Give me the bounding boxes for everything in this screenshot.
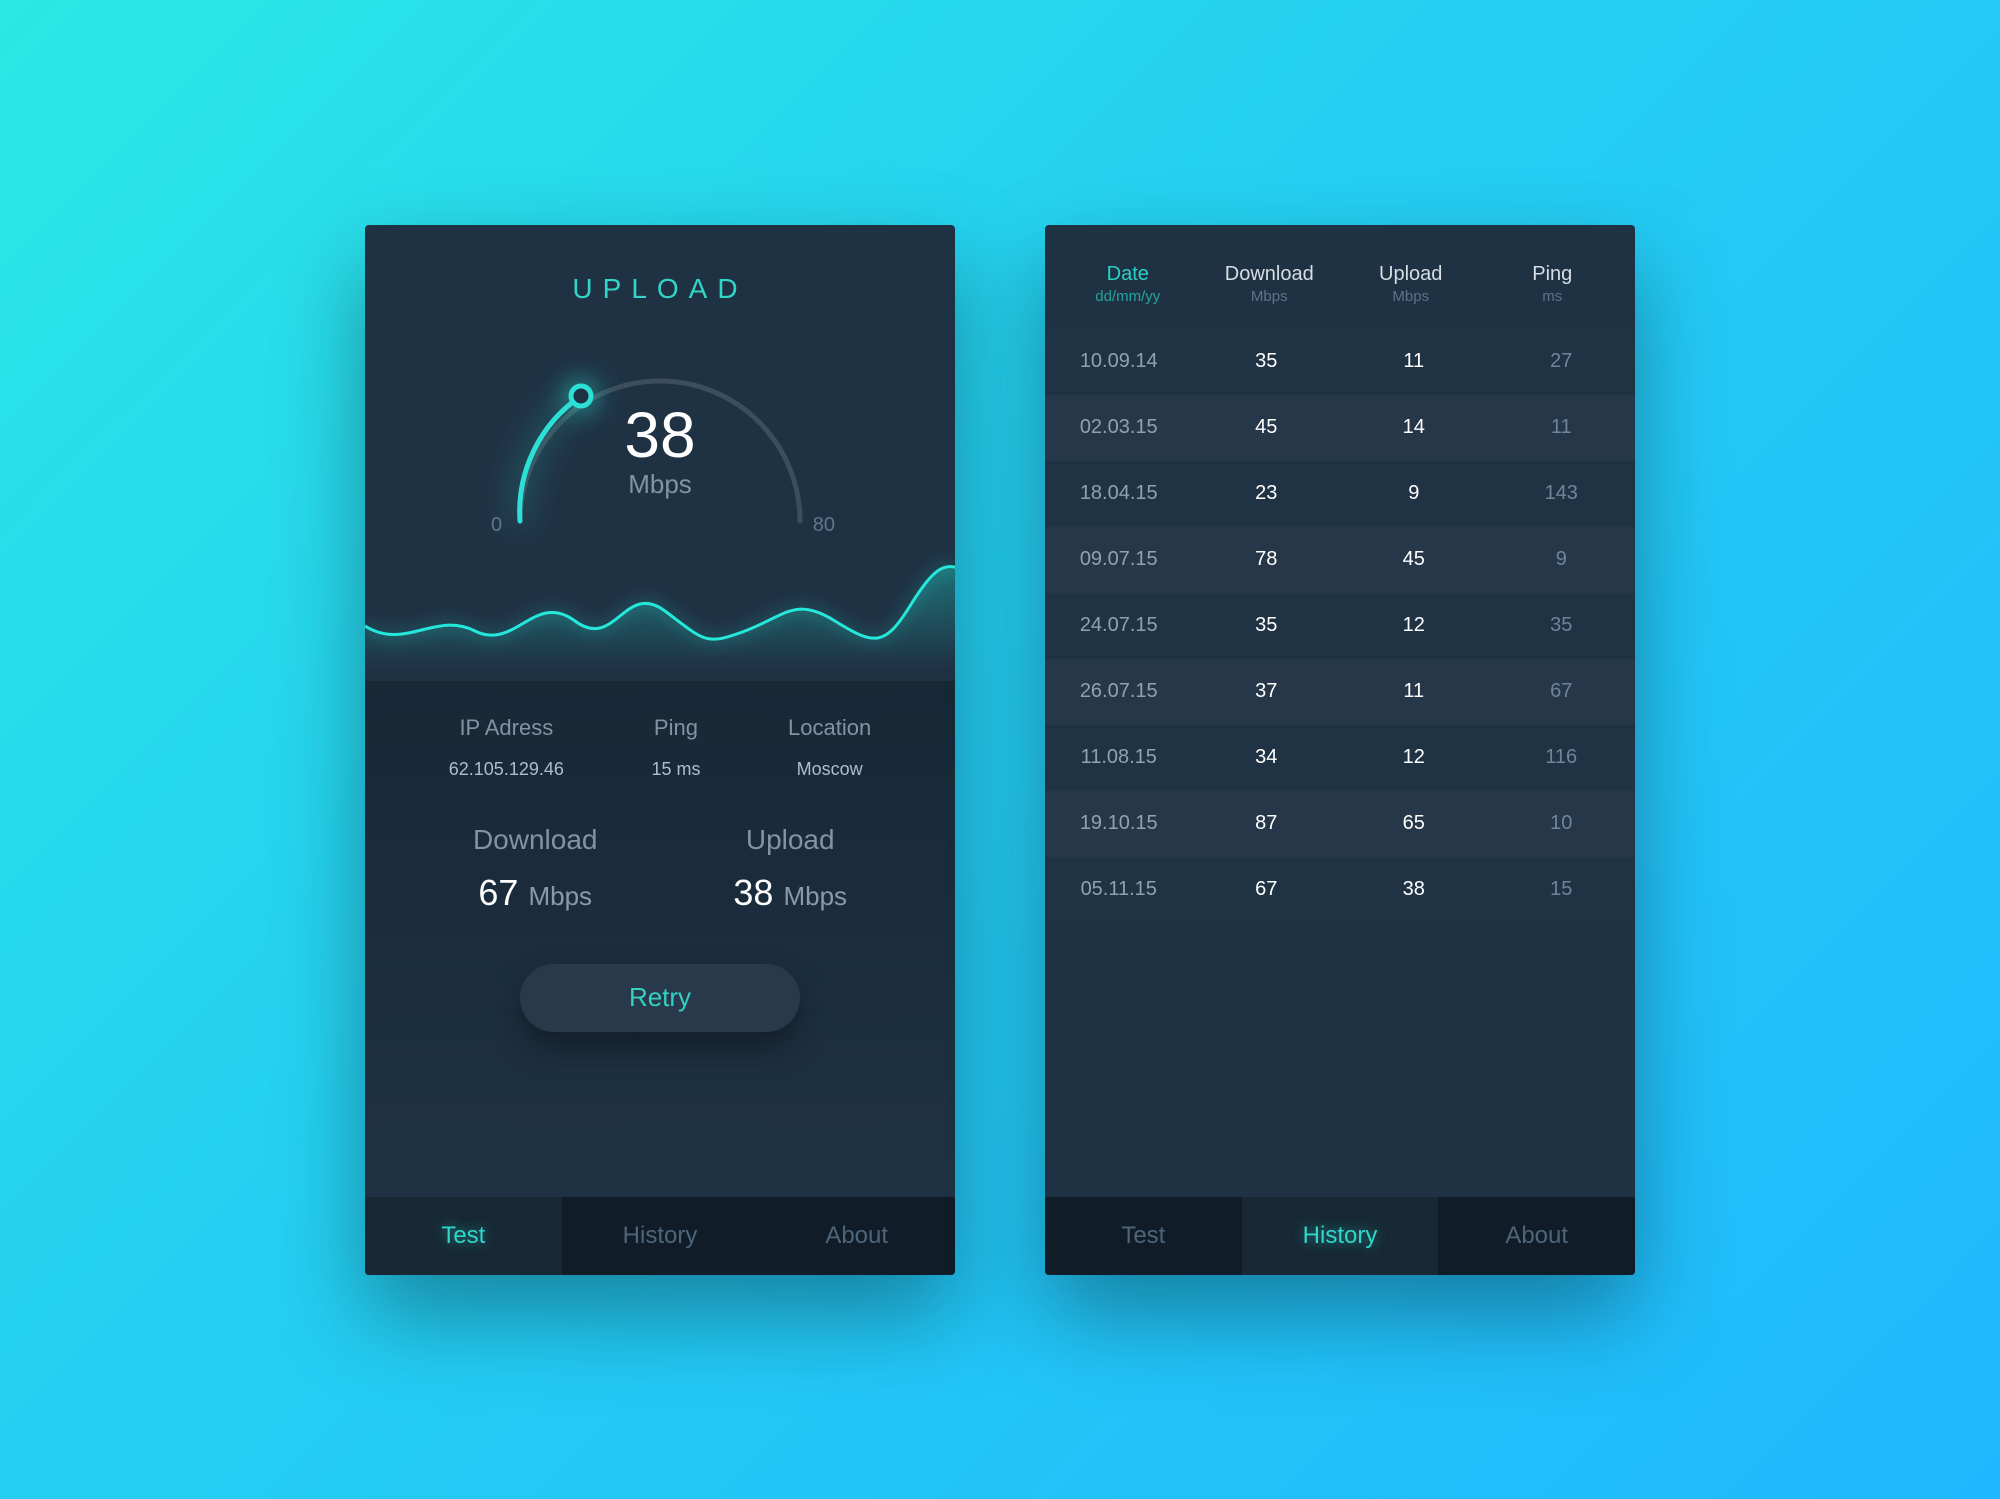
tab-history[interactable]: History xyxy=(562,1197,759,1275)
test-header: UPLOAD 38 Mbps 0 80 xyxy=(365,225,955,541)
cell-upload: 9 xyxy=(1340,482,1488,505)
cell-date: 19.10.15 xyxy=(1045,812,1193,835)
tab-history[interactable]: History xyxy=(1242,1197,1439,1275)
upload-value: 38 xyxy=(733,872,773,913)
col-ping[interactable]: Ping ms xyxy=(1482,263,1624,305)
ip-value: 62.105.129.46 xyxy=(449,759,564,780)
location: Location Moscow xyxy=(788,715,871,780)
tabbar: Test History About xyxy=(365,1197,955,1275)
cell-ping: 10 xyxy=(1488,812,1636,835)
waveform-chart xyxy=(365,551,955,681)
retry-button[interactable]: Retry xyxy=(520,964,800,1032)
cell-download: 67 xyxy=(1193,878,1341,901)
cell-upload: 11 xyxy=(1340,680,1488,703)
col-download-label: Download xyxy=(1199,263,1341,286)
ping-value: 15 ms xyxy=(651,759,700,780)
col-download-sub: Mbps xyxy=(1199,288,1341,305)
cell-download: 35 xyxy=(1193,614,1341,637)
table-row[interactable]: 26.07.15371167 xyxy=(1045,659,1635,725)
location-value: Moscow xyxy=(788,759,871,780)
cell-date: 09.07.15 xyxy=(1045,548,1193,571)
upload-label: Upload xyxy=(733,824,847,856)
cell-upload: 38 xyxy=(1340,878,1488,901)
test-details: IP Adress 62.105.129.46 Ping 15 ms Locat… xyxy=(365,681,955,1197)
col-date-sub: dd/mm/yy xyxy=(1057,288,1199,305)
tab-about[interactable]: About xyxy=(758,1197,955,1275)
table-row[interactable]: 05.11.15673815 xyxy=(1045,857,1635,923)
upload-unit: Mbps xyxy=(783,881,847,911)
table-row[interactable]: 18.04.15239143 xyxy=(1045,461,1635,527)
cell-download: 35 xyxy=(1193,350,1341,373)
ping: Ping 15 ms xyxy=(651,715,700,780)
history-header: Date dd/mm/yy Download Mbps Upload Mbps … xyxy=(1045,225,1635,329)
col-ping-label: Ping xyxy=(1482,263,1624,286)
cell-download: 78 xyxy=(1193,548,1341,571)
page-title: UPLOAD xyxy=(405,273,915,305)
cell-download: 34 xyxy=(1193,746,1341,769)
download-value: 67 xyxy=(478,872,518,913)
gauge-min: 0 xyxy=(491,514,502,537)
ip-label: IP Adress xyxy=(449,715,564,741)
gauge-value: 38 xyxy=(495,403,825,467)
download-label: Download xyxy=(473,824,598,856)
col-ping-sub: ms xyxy=(1482,288,1624,305)
col-upload-sub: Mbps xyxy=(1340,288,1482,305)
col-date[interactable]: Date dd/mm/yy xyxy=(1057,263,1199,305)
table-row[interactable]: 09.07.1578459 xyxy=(1045,527,1635,593)
cell-ping: 9 xyxy=(1488,548,1636,571)
cell-date: 24.07.15 xyxy=(1045,614,1193,637)
cell-download: 23 xyxy=(1193,482,1341,505)
cell-ping: 35 xyxy=(1488,614,1636,637)
tabbar: Test History About xyxy=(1045,1197,1635,1275)
speed-gauge: 38 Mbps 0 80 xyxy=(495,341,825,541)
cell-upload: 12 xyxy=(1340,614,1488,637)
col-date-label: Date xyxy=(1057,263,1199,286)
cell-upload: 14 xyxy=(1340,416,1488,439)
history-empty-area xyxy=(1045,923,1635,1197)
table-row[interactable]: 02.03.15451411 xyxy=(1045,395,1635,461)
cell-upload: 65 xyxy=(1340,812,1488,835)
cell-ping: 67 xyxy=(1488,680,1636,703)
cell-date: 05.11.15 xyxy=(1045,878,1193,901)
cell-download: 37 xyxy=(1193,680,1341,703)
tab-test[interactable]: Test xyxy=(365,1197,562,1275)
cell-upload: 45 xyxy=(1340,548,1488,571)
ping-label: Ping xyxy=(651,715,700,741)
cell-date: 02.03.15 xyxy=(1045,416,1193,439)
cell-ping: 27 xyxy=(1488,350,1636,373)
cell-date: 11.08.15 xyxy=(1045,746,1193,769)
test-screen: UPLOAD 38 Mbps 0 80 xyxy=(365,225,955,1275)
tab-test[interactable]: Test xyxy=(1045,1197,1242,1275)
gauge-unit: Mbps xyxy=(495,469,825,500)
col-upload[interactable]: Upload Mbps xyxy=(1340,263,1482,305)
col-upload-label: Upload xyxy=(1340,263,1482,286)
table-row[interactable]: 19.10.15876510 xyxy=(1045,791,1635,857)
location-label: Location xyxy=(788,715,871,741)
col-download[interactable]: Download Mbps xyxy=(1199,263,1341,305)
cell-download: 45 xyxy=(1193,416,1341,439)
download-unit: Mbps xyxy=(528,881,592,911)
ip-address: IP Adress 62.105.129.46 xyxy=(449,715,564,780)
download-result: Download 67 Mbps xyxy=(473,824,598,914)
gauge-max: 80 xyxy=(813,514,835,537)
table-row[interactable]: 11.08.153412116 xyxy=(1045,725,1635,791)
cell-ping: 15 xyxy=(1488,878,1636,901)
history-screen: Date dd/mm/yy Download Mbps Upload Mbps … xyxy=(1045,225,1635,1275)
cell-ping: 116 xyxy=(1488,746,1636,769)
table-row[interactable]: 24.07.15351235 xyxy=(1045,593,1635,659)
cell-upload: 11 xyxy=(1340,350,1488,373)
history-rows: 10.09.1435112702.03.1545141118.04.152391… xyxy=(1045,329,1635,923)
cell-download: 87 xyxy=(1193,812,1341,835)
cell-date: 26.07.15 xyxy=(1045,680,1193,703)
upload-result: Upload 38 Mbps xyxy=(733,824,847,914)
cell-ping: 143 xyxy=(1488,482,1636,505)
cell-date: 18.04.15 xyxy=(1045,482,1193,505)
cell-ping: 11 xyxy=(1488,416,1636,439)
cell-upload: 12 xyxy=(1340,746,1488,769)
cell-date: 10.09.14 xyxy=(1045,350,1193,373)
table-row[interactable]: 10.09.14351127 xyxy=(1045,329,1635,395)
tab-about[interactable]: About xyxy=(1438,1197,1635,1275)
